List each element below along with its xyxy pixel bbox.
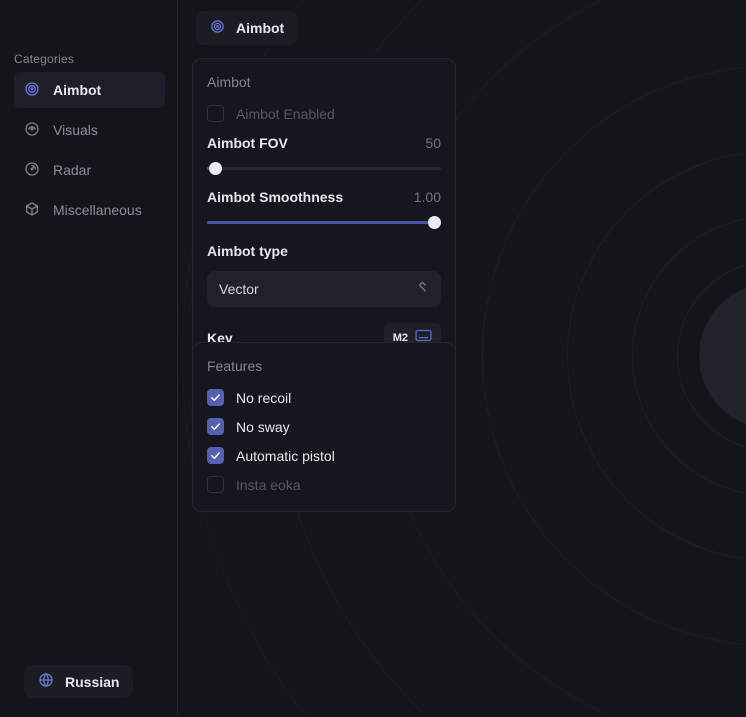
checkbox-icon[interactable] xyxy=(207,418,224,435)
feature-insta-eoka-row[interactable]: Insta eoka xyxy=(207,476,441,493)
sidebar-item-miscellaneous[interactable]: Miscellaneous xyxy=(14,192,165,228)
aimbot-type-select[interactable]: Vector xyxy=(207,271,441,307)
panel-title: Features xyxy=(207,358,441,374)
checkbox-icon[interactable] xyxy=(207,476,224,493)
aimbot-panel: Aimbot Aimbot Enabled Aimbot FOV 50 Aimb… xyxy=(192,58,456,370)
sidebar-item-radar[interactable]: Radar xyxy=(14,152,165,188)
sidebar-item-label: Radar xyxy=(53,162,91,178)
sidebar-item-label: Aimbot xyxy=(53,82,101,98)
eye-icon xyxy=(24,121,40,140)
feature-label: Automatic pistol xyxy=(236,448,335,464)
fov-value: 50 xyxy=(425,135,441,151)
smoothness-field-header: Aimbot Smoothness 1.00 xyxy=(207,189,441,205)
smoothness-slider-thumb[interactable] xyxy=(428,216,441,229)
category-nav: Aimbot Visuals Radar Mi xyxy=(14,72,165,232)
smoothness-value: 1.00 xyxy=(414,189,441,205)
feature-automatic-pistol-row[interactable]: Automatic pistol xyxy=(207,447,441,464)
fov-slider-thumb[interactable] xyxy=(209,162,222,175)
checkbox-icon[interactable] xyxy=(207,389,224,406)
fov-label: Aimbot FOV xyxy=(207,135,288,151)
feature-label: No recoil xyxy=(236,390,291,406)
categories-label: Categories xyxy=(14,52,74,66)
fov-slider[interactable] xyxy=(207,162,441,175)
checkbox-icon[interactable] xyxy=(207,447,224,464)
selected-option: Vector xyxy=(219,281,259,297)
main-content: Aimbot Aimbot Aimbot Enabled Aimbot FOV … xyxy=(179,0,746,717)
target-icon xyxy=(210,19,225,37)
globe-icon xyxy=(38,672,54,691)
checkbox-icon[interactable] xyxy=(207,105,224,122)
feature-no-sway-row[interactable]: No sway xyxy=(207,418,441,435)
chevron-up-down-icon xyxy=(416,280,429,298)
sidebar-item-aimbot[interactable]: Aimbot xyxy=(14,72,165,108)
feature-label: No sway xyxy=(236,419,290,435)
smoothness-slider[interactable] xyxy=(207,216,441,229)
language-button-label: Russian xyxy=(65,674,119,690)
tab-aimbot[interactable]: Aimbot xyxy=(196,11,298,45)
panel-title: Aimbot xyxy=(207,74,441,90)
features-panel: Features No recoil No sway Automatic pis… xyxy=(192,342,456,512)
cube-icon xyxy=(24,201,40,220)
checkbox-label: Aimbot Enabled xyxy=(236,106,335,122)
feature-no-recoil-row[interactable]: No recoil xyxy=(207,389,441,406)
radar-icon xyxy=(24,161,40,180)
sidebar: Categories Aimbot Visuals xyxy=(0,0,178,717)
fov-field-header: Aimbot FOV 50 xyxy=(207,135,441,151)
aimbot-type-label: Aimbot type xyxy=(207,243,441,259)
target-icon xyxy=(24,81,40,100)
sidebar-item-label: Miscellaneous xyxy=(53,202,142,218)
language-button[interactable]: Russian xyxy=(24,665,133,698)
sidebar-item-label: Visuals xyxy=(53,122,98,138)
smoothness-label: Aimbot Smoothness xyxy=(207,189,343,205)
tab-label: Aimbot xyxy=(236,20,284,36)
sidebar-item-visuals[interactable]: Visuals xyxy=(14,112,165,148)
aimbot-enabled-checkbox-row[interactable]: Aimbot Enabled xyxy=(207,105,441,122)
feature-label: Insta eoka xyxy=(236,477,301,493)
